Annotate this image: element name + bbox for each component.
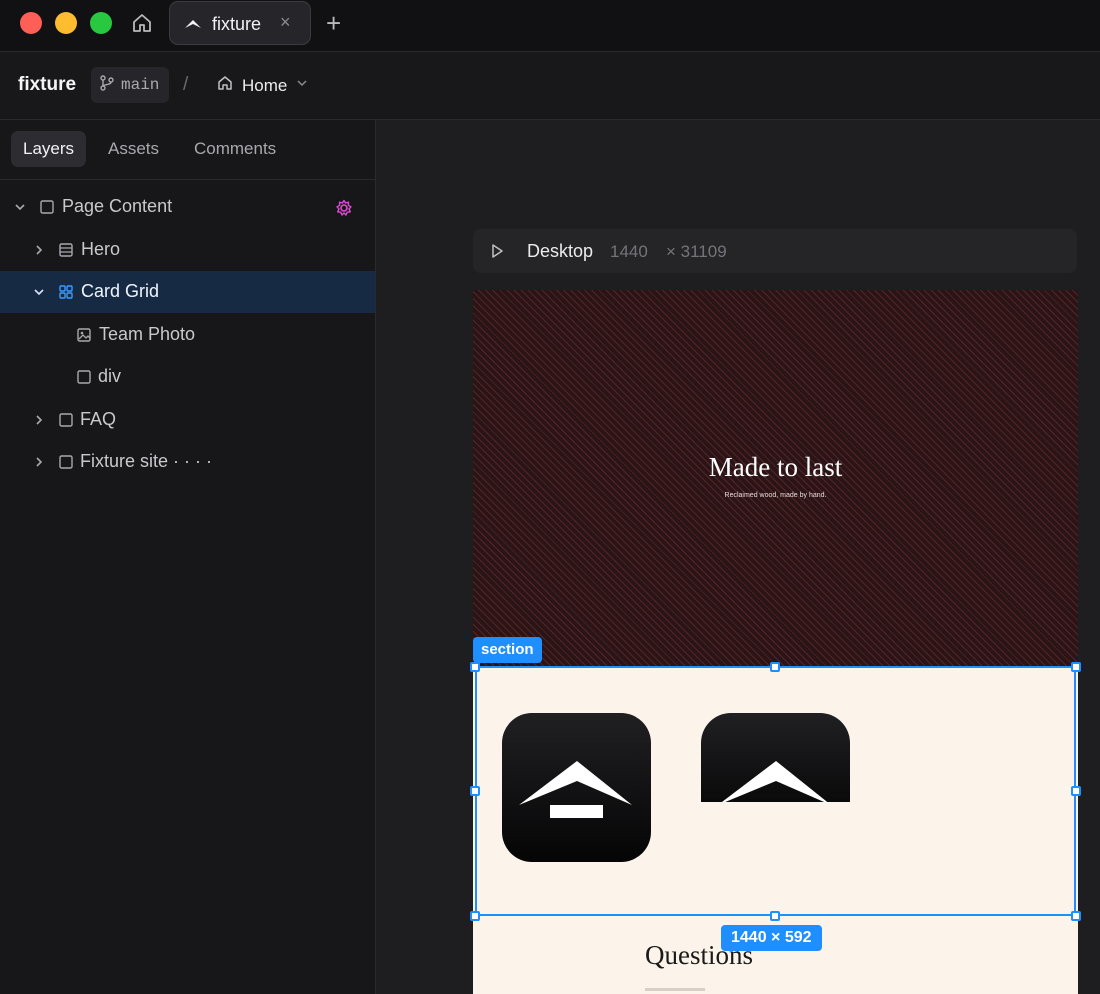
git-branch-icon [99,74,115,96]
chevron-down-icon[interactable] [13,200,27,214]
branch-label: main [121,76,160,94]
branch-selector[interactable]: main [91,67,170,103]
project-toolbar: fixture main / Home [0,52,1100,120]
resize-handle-top-right[interactable] [1071,662,1081,672]
layer-label: Fixture site · · · · [80,451,213,471]
new-tab-button[interactable]: + [326,8,341,39]
image-icon [76,327,92,343]
layer-row-team-photo[interactable]: Team Photo [0,314,375,356]
selection-label: section [473,637,542,663]
tab-fixture[interactable]: fixture × [169,1,311,45]
layer-label: Team Photo [99,324,196,344]
grid-icon [58,284,74,300]
resize-handle-bottom[interactable] [770,911,780,921]
page-name: Home [242,75,288,95]
breadcrumb-separator: / [183,74,189,95]
layer-label: FAQ [80,409,117,429]
layer-row-div[interactable]: div [0,356,375,398]
home-icon[interactable] [130,11,154,35]
page-home-icon [216,74,234,97]
minimize-window-button[interactable] [55,12,77,34]
hero-title: Made to last [708,452,843,482]
selection-outline [475,666,1076,916]
component-icon[interactable] [335,199,353,217]
project-name[interactable]: fixture [18,74,76,96]
resize-handle-left[interactable] [470,786,480,796]
resize-handle-top-left[interactable] [470,662,480,672]
selection-dimensions: 1440 × 592 [721,925,822,951]
maximize-window-button[interactable] [90,12,112,34]
layer-row-card-grid[interactable]: Card Grid [0,271,375,313]
resize-handle-right[interactable] [1071,786,1081,796]
app-logo-icon [184,15,202,33]
resize-handle-top[interactable] [770,662,780,672]
page-selector[interactable]: Home [216,74,309,97]
tab-assets[interactable]: Assets [96,131,171,167]
layer-label: Hero [81,239,121,259]
resize-handle-bottom-right[interactable] [1071,911,1081,921]
tab-comments[interactable]: Comments [182,131,288,167]
layer-row-hero[interactable]: Hero [0,229,375,271]
tab-label: fixture [212,14,262,34]
frame-name: Desktop [527,241,594,261]
layer-row-faq[interactable]: FAQ [0,399,375,441]
tab-layers[interactable]: Layers [11,131,87,167]
chevron-down-icon [295,76,309,95]
window-titlebar: fixture × + [0,0,1100,52]
section-icon [58,242,74,258]
layer-row-page-content[interactable]: Page Content [0,186,375,228]
frame-icon [76,369,92,385]
frame-header[interactable]: Desktop 1440 × 31109 [473,229,1077,273]
sidebar-tabs: Layers Assets Comments [0,120,375,180]
frame-icon [58,412,74,428]
layer-label: div [98,366,122,386]
chevron-down-icon[interactable] [32,285,46,299]
layer-row-fixture-site[interactable]: Fixture site · · · · [0,441,375,483]
play-icon[interactable] [489,243,505,259]
frame-width[interactable]: 1440 [610,242,648,262]
frame-icon [58,454,74,470]
frame-icon [39,199,55,215]
chevron-right-icon[interactable] [32,243,46,257]
close-window-button[interactable] [20,12,42,34]
hero-section[interactable]: Made to last Reclaimed wood, made by han… [473,290,1078,667]
layer-label: Page Content [62,196,173,216]
faq-text-line [645,988,705,991]
resize-handle-bottom-left[interactable] [470,911,480,921]
close-tab-icon[interactable]: × [280,12,291,33]
chevron-right-icon[interactable] [32,413,46,427]
layer-label: Card Grid [81,281,160,301]
chevron-right-icon[interactable] [32,455,46,469]
frame-height[interactable]: × 31109 [666,242,727,262]
hero-subtitle: Reclaimed wood, made by hand. [724,492,827,499]
